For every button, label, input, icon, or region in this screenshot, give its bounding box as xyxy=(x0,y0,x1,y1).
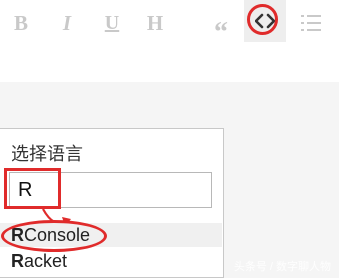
watermark-text: 头条号 / 数字聊人物 xyxy=(233,261,331,273)
ordered-list-icon xyxy=(301,15,321,31)
annotation-box-input xyxy=(4,168,61,209)
italic-button[interactable]: I xyxy=(54,6,80,40)
language-panel-title: 选择语言 xyxy=(11,144,83,164)
heading-button[interactable]: H xyxy=(142,6,168,40)
editor-spacer xyxy=(0,46,339,82)
option-rest-text: acket xyxy=(24,251,68,271)
option-match-text: R xyxy=(11,251,24,271)
annotation-ellipse-option xyxy=(1,220,107,252)
language-option-racket[interactable]: Racket xyxy=(0,249,222,273)
editor-toolbar: B I U H “ xyxy=(0,0,339,47)
language-select-panel: 选择语言 RConsole Racket xyxy=(0,128,224,278)
ordered-list-button[interactable] xyxy=(298,6,324,40)
underline-button[interactable]: U xyxy=(99,6,125,40)
quote-button[interactable]: “ xyxy=(206,6,236,50)
annotation-circle-code-button xyxy=(247,4,278,35)
bold-button[interactable]: B xyxy=(8,6,34,40)
